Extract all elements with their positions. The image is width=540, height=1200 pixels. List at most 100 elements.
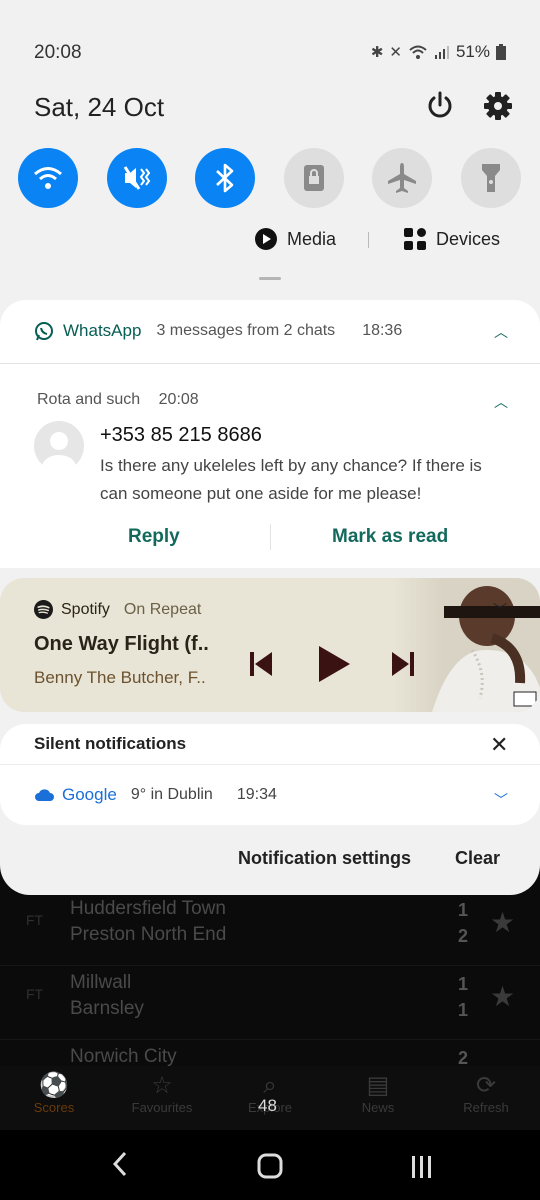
battery-icon bbox=[496, 44, 506, 60]
devices-label: Devices bbox=[436, 228, 501, 249]
star-icon: ☆ bbox=[151, 1072, 173, 1099]
next-icon[interactable] bbox=[390, 650, 416, 678]
qs-screen-lock-toggle[interactable] bbox=[284, 148, 344, 208]
group-name: Rota and such bbox=[37, 391, 141, 408]
home-score: 1 bbox=[458, 900, 469, 920]
search-list-icon: ⌕ bbox=[263, 1072, 277, 1099]
divider bbox=[0, 363, 540, 364]
expand-chevron-icon[interactable]: ﹀ bbox=[493, 600, 507, 620]
home-team: Norwich City bbox=[70, 1046, 177, 1067]
nav-favourites[interactable]: ☆ Favourites bbox=[108, 1066, 216, 1130]
recent-apps-icon[interactable] bbox=[410, 1154, 434, 1180]
qs-wifi-toggle[interactable] bbox=[18, 148, 78, 208]
match-row: FT Millwall Barnsley 1 1 ★ bbox=[0, 966, 540, 1040]
divider bbox=[0, 764, 540, 765]
bluetooth-icon bbox=[216, 163, 234, 193]
away-team: Barnsley bbox=[70, 998, 144, 1019]
match-status: FT bbox=[26, 986, 44, 1002]
signal-icon bbox=[434, 46, 449, 59]
playlist-context: On Repeat bbox=[123, 600, 202, 618]
mark-as-read-button[interactable]: Mark as read bbox=[332, 526, 448, 548]
app-name: Spotify bbox=[61, 600, 110, 618]
nav-label: Refresh bbox=[463, 1100, 509, 1115]
default-avatar-icon bbox=[42, 432, 76, 471]
status-time: 20:08 bbox=[34, 42, 82, 63]
notification-time: 18:36 bbox=[362, 322, 403, 339]
drag-handle[interactable] bbox=[259, 277, 281, 280]
whatsapp-icon bbox=[35, 322, 53, 341]
back-icon[interactable] bbox=[110, 1150, 130, 1178]
nav-label: News bbox=[361, 1100, 395, 1115]
sender-name: +353 85 215 8686 bbox=[100, 424, 262, 446]
weather-text: 9° in Dublin bbox=[130, 786, 213, 803]
close-icon[interactable]: ✕ bbox=[490, 732, 508, 758]
media-label: Media bbox=[287, 228, 337, 249]
lock-screen-icon bbox=[304, 165, 324, 191]
nav-label: Scores bbox=[33, 1100, 75, 1115]
match-row: FT Huddersfield Town Preston North End 1… bbox=[0, 892, 540, 966]
reply-button[interactable]: Reply bbox=[128, 526, 180, 548]
whatsapp-header: WhatsApp 3 messages from 2 chats 18:36 bbox=[34, 321, 402, 341]
track-artist: Benny The Butcher, F.. bbox=[34, 668, 206, 687]
track-title: One Way Flight (f.. bbox=[34, 633, 209, 655]
away-score: 1 bbox=[458, 1000, 469, 1020]
avatar bbox=[34, 421, 84, 471]
nav-news[interactable]: ▤ News bbox=[324, 1066, 432, 1130]
system-nav-bar bbox=[0, 1130, 540, 1200]
airplane-icon bbox=[388, 163, 416, 193]
flashlight-icon bbox=[482, 164, 500, 192]
expand-chevron-icon[interactable]: ﹀ bbox=[494, 790, 508, 810]
home-score: 1 bbox=[458, 974, 469, 994]
cloud-icon bbox=[35, 789, 54, 801]
devices-button[interactable]: Devices bbox=[404, 228, 500, 250]
favourite-star-icon: ★ bbox=[490, 981, 516, 1012]
media-button[interactable]: Media bbox=[255, 228, 336, 250]
silent-notifications-section: Silent notifications ✕ Google 9° in Dubl… bbox=[0, 724, 540, 825]
whatsapp-notification[interactable]: WhatsApp 3 messages from 2 chats 18:36 ︿… bbox=[0, 300, 540, 568]
qs-vibrate-toggle[interactable] bbox=[107, 148, 167, 208]
vibrate-icon: ✕ bbox=[389, 44, 402, 61]
google-notification[interactable]: Google 9° in Dublin 19:34 bbox=[34, 785, 277, 805]
section-title: Silent notifications bbox=[34, 734, 187, 753]
group-header: Rota and such 20:08 bbox=[37, 391, 199, 409]
group-time: 20:08 bbox=[158, 391, 199, 408]
collapse-chevron-icon[interactable]: ︿ bbox=[494, 392, 508, 412]
away-team: Preston North End bbox=[70, 924, 227, 945]
date: Sat, 24 Oct bbox=[34, 92, 165, 122]
qs-bluetooth-toggle[interactable] bbox=[195, 148, 255, 208]
home-team: Millwall bbox=[70, 972, 132, 993]
explore-badge: 48 bbox=[258, 1096, 277, 1115]
bluetooth-icon: ✱ bbox=[370, 44, 384, 61]
app-name: WhatsApp bbox=[63, 321, 142, 340]
spotify-media-notification[interactable]: Spotify On Repeat ﹀ One Way Flight (f.. … bbox=[0, 578, 540, 712]
favourite-star-icon: ★ bbox=[490, 907, 516, 938]
refresh-icon: ⟳ bbox=[475, 1072, 497, 1099]
previous-icon[interactable] bbox=[248, 650, 274, 678]
spotify-header: Spotify On Repeat bbox=[34, 600, 201, 619]
notification-time: 19:34 bbox=[236, 786, 277, 803]
clear-button[interactable]: Clear bbox=[455, 848, 500, 869]
app-name: Google bbox=[62, 785, 117, 804]
settings-icon[interactable] bbox=[483, 91, 513, 121]
home-icon[interactable] bbox=[256, 1152, 284, 1180]
collapse-chevron-icon[interactable]: ︿ bbox=[494, 322, 508, 342]
power-icon[interactable] bbox=[424, 90, 456, 122]
spotify-icon bbox=[34, 600, 53, 619]
qs-flashlight-toggle[interactable] bbox=[461, 148, 521, 208]
notification-shade: 20:08 ✱ ✕ 51% Sat, 24 Oct Media Devices … bbox=[0, 0, 540, 895]
battery-percent: 51% bbox=[455, 42, 490, 61]
message-text: Is there any ukeleles left by any chance… bbox=[100, 456, 482, 503]
play-circle-icon bbox=[255, 228, 277, 250]
devices-grid-icon bbox=[404, 228, 426, 250]
vibrate-icon bbox=[123, 166, 151, 190]
wifi-icon bbox=[409, 45, 427, 59]
notification-settings-button[interactable]: Notification settings bbox=[238, 848, 411, 869]
wifi-icon bbox=[34, 167, 62, 189]
play-icon[interactable] bbox=[316, 644, 352, 684]
status-icons: ✱ ✕ 51% bbox=[371, 42, 506, 62]
home-team: Huddersfield Town bbox=[70, 898, 226, 919]
qs-airplane-toggle[interactable] bbox=[372, 148, 432, 208]
nav-refresh[interactable]: ⟳ Refresh bbox=[432, 1066, 540, 1130]
soccer-ball-icon: ⚽ bbox=[39, 1072, 69, 1099]
nav-scores[interactable]: ⚽ Scores bbox=[0, 1066, 108, 1130]
